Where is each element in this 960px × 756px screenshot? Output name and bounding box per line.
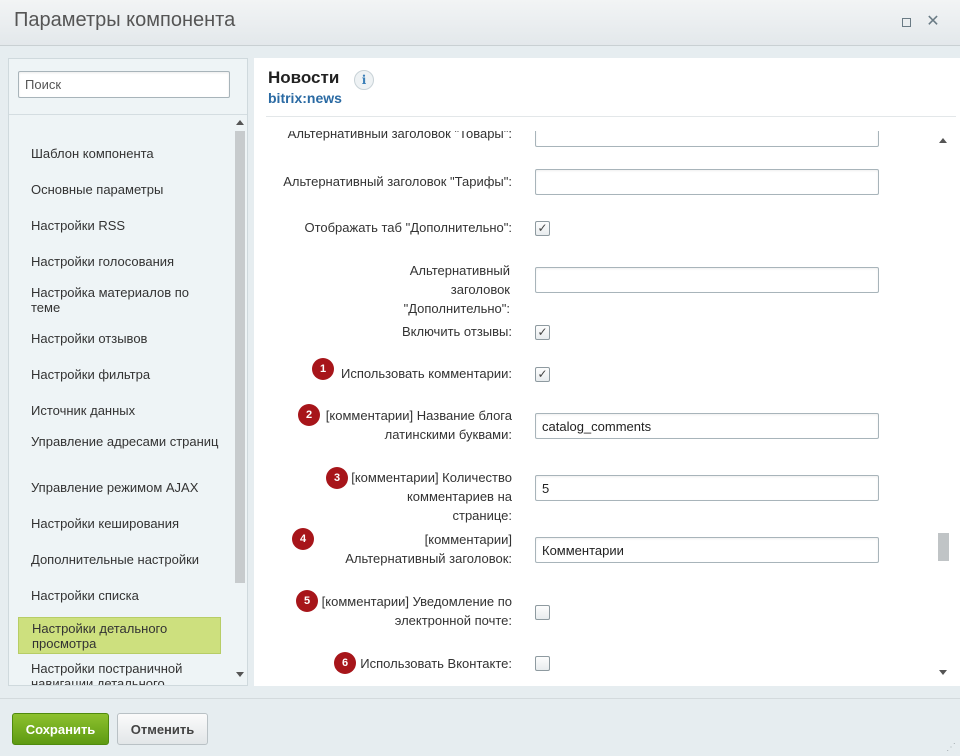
param-label: Отображать таб "Дополнительно": bbox=[304, 220, 512, 235]
close-icon[interactable]: ✕ bbox=[925, 14, 941, 30]
sidebar-item-rss[interactable]: Настройки RSS bbox=[18, 218, 221, 233]
param-label: Использовать комментарии: bbox=[340, 366, 512, 381]
search-input[interactable] bbox=[18, 71, 230, 98]
param-input[interactable] bbox=[535, 267, 879, 293]
component-code: bitrix:news bbox=[268, 90, 342, 106]
sidebar-item-detail[interactable]: Настройки детального просмотра bbox=[18, 617, 221, 654]
footer: Сохранить Отменить ⋰ bbox=[0, 698, 960, 756]
param-checkbox[interactable]: ✓ bbox=[535, 221, 550, 236]
component-title: Новости bbox=[268, 68, 340, 87]
sidebar-item-ajax[interactable]: Управление режимом AJAX bbox=[18, 480, 221, 495]
sidebar-item-list[interactable]: Настройки списка bbox=[18, 588, 221, 603]
sidebar-item-pagination[interactable]: Настройки постраничной навигации детальн… bbox=[18, 661, 221, 685]
main-scrollbar[interactable] bbox=[937, 133, 951, 681]
sidebar-item-reviews[interactable]: Настройки отзывов bbox=[18, 331, 221, 346]
scroll-down-icon[interactable] bbox=[939, 670, 947, 675]
param-label: [комментарии] Уведомление по электронной… bbox=[321, 594, 512, 628]
sidebar-item-template[interactable]: Шаблон компонента bbox=[18, 146, 221, 161]
param-input[interactable] bbox=[535, 131, 879, 147]
sidebar-list: Шаблон компонента Основные параметры Нас… bbox=[18, 115, 236, 685]
cancel-button[interactable]: Отменить bbox=[117, 713, 208, 745]
main-panel: Новости i bitrix:news Альтернативный заг… bbox=[254, 58, 960, 686]
blog-name-input[interactable] bbox=[535, 413, 879, 439]
sidebar-item-additional[interactable]: Дополнительные настройки bbox=[18, 552, 221, 567]
sidebar: Шаблон компонента Основные параметры Нас… bbox=[8, 58, 248, 686]
divider bbox=[266, 116, 956, 117]
param-label: Альтернативный заголовок "Дополнительно"… bbox=[403, 263, 510, 316]
param-label: [комментарии] Альтернативный заголовок: bbox=[345, 532, 512, 566]
sidebar-item-data-source[interactable]: Источник данных bbox=[18, 403, 221, 418]
param-input[interactable] bbox=[535, 169, 879, 195]
scrollbar-thumb[interactable] bbox=[938, 533, 949, 561]
param-checkbox[interactable]: ✓ bbox=[535, 367, 550, 382]
scroll-up-icon[interactable] bbox=[939, 138, 947, 143]
param-label: Альтернативный заголовок "Товары": bbox=[287, 131, 512, 141]
save-button[interactable]: Сохранить bbox=[12, 713, 109, 745]
sidebar-item-urls[interactable]: Управление адресами страниц bbox=[18, 434, 221, 449]
param-checkbox[interactable]: ✓ bbox=[535, 325, 550, 340]
window-title: Параметры компонента bbox=[14, 9, 236, 31]
sidebar-scrollbar[interactable] bbox=[234, 115, 246, 685]
scroll-up-icon[interactable] bbox=[236, 120, 244, 125]
sidebar-item-main-params[interactable]: Основные параметры bbox=[18, 182, 221, 197]
sidebar-item-related[interactable]: Настройка материалов по теме bbox=[18, 285, 221, 315]
comments-title-input[interactable] bbox=[535, 537, 879, 563]
scrollbar-thumb[interactable] bbox=[235, 131, 245, 583]
param-label: [комментарии] Название блога латинскими … bbox=[325, 408, 512, 442]
param-checkbox[interactable] bbox=[535, 605, 550, 620]
info-icon[interactable]: i bbox=[354, 70, 374, 90]
comments-count-input[interactable] bbox=[535, 475, 879, 501]
resize-handle-icon[interactable]: ⋰ bbox=[946, 742, 956, 753]
params-list: Альтернативный заголовок "Товары": Альте… bbox=[254, 131, 944, 684]
param-label: Альтернативный заголовок "Тарифы": bbox=[283, 174, 512, 189]
param-label: Включить отзывы: bbox=[402, 324, 512, 339]
param-label: [комментарии] Количество комментариев на… bbox=[351, 470, 512, 523]
title-bar: Параметры компонента ✕ bbox=[0, 0, 960, 46]
sidebar-item-filter[interactable]: Настройки фильтра bbox=[18, 367, 221, 382]
param-label: Использовать Вконтакте: bbox=[360, 656, 512, 671]
maximize-icon[interactable] bbox=[898, 14, 914, 30]
sidebar-item-cache[interactable]: Настройки кеширования bbox=[18, 516, 221, 531]
sidebar-item-voting[interactable]: Настройки голосования bbox=[18, 254, 221, 269]
param-checkbox[interactable] bbox=[535, 656, 550, 671]
scroll-down-icon[interactable] bbox=[236, 672, 244, 677]
